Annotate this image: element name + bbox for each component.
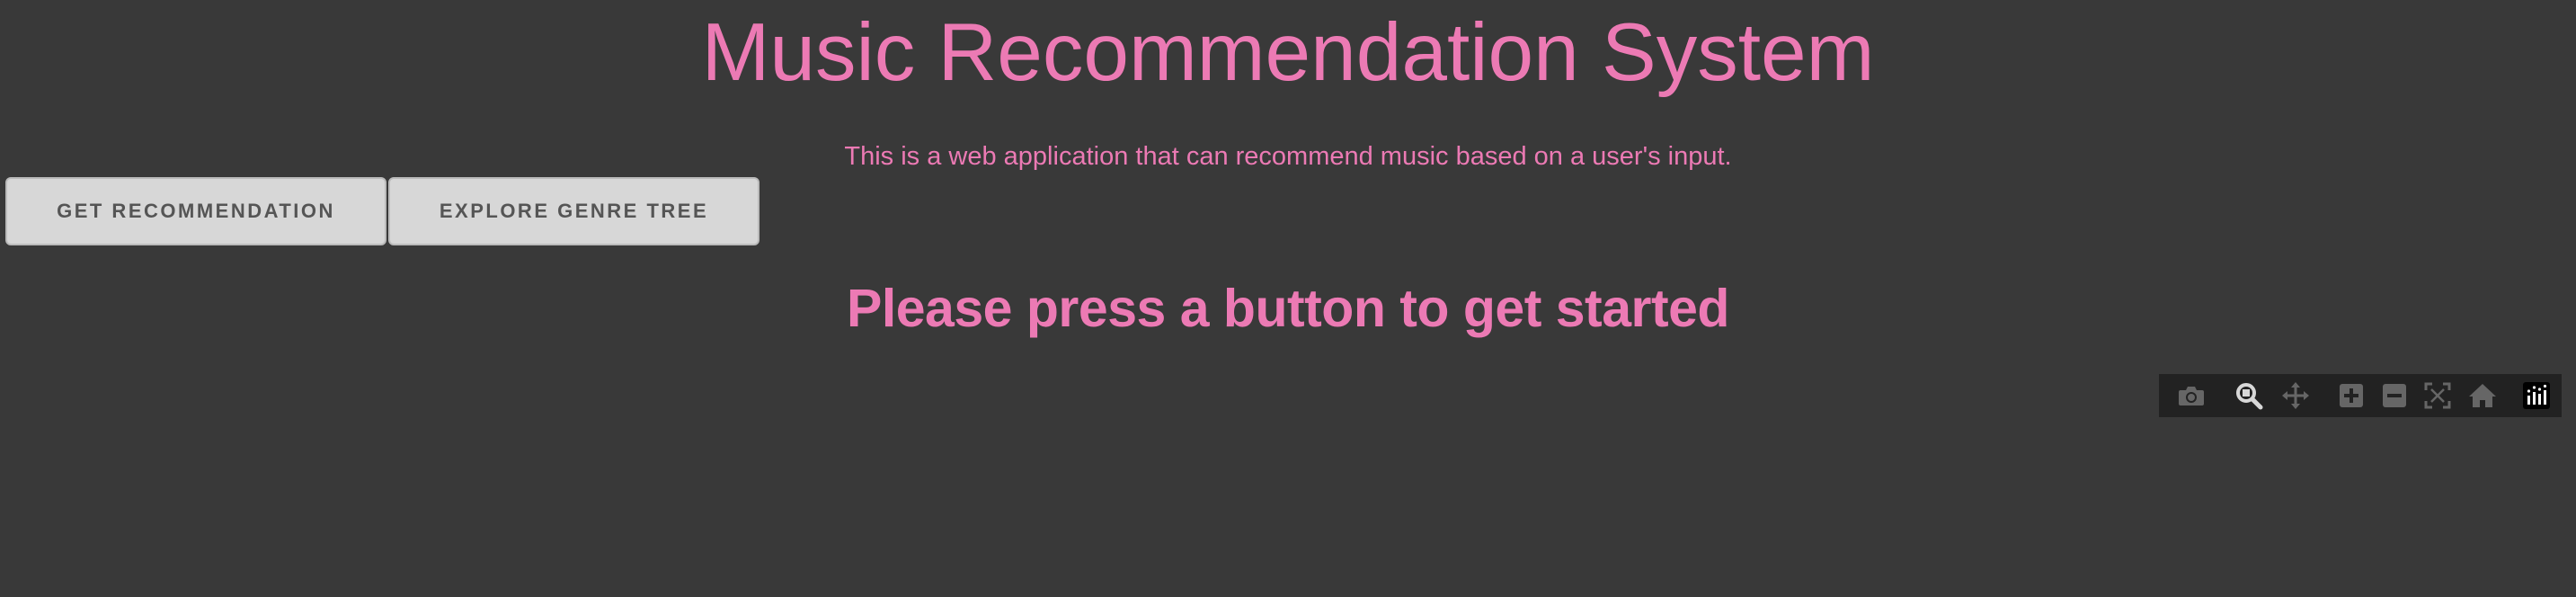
zoom-icon[interactable] (2234, 383, 2263, 410)
page-description: This is a web application that can recom… (844, 142, 1732, 171)
reset-axes-home-icon[interactable] (2468, 383, 2497, 408)
get-recommendation-button[interactable]: GET RECOMMENDATION (5, 177, 386, 245)
zoom-in-icon[interactable] (2337, 383, 2366, 408)
start-prompt: Please press a button to get started (847, 279, 1729, 338)
plot-modebar (2159, 374, 2562, 417)
explore-genre-tree-button[interactable]: EXPLORE GENRE TREE (388, 177, 759, 245)
camera-icon[interactable] (2177, 383, 2206, 408)
pan-icon[interactable] (2281, 382, 2310, 409)
autoscale-icon[interactable] (2423, 382, 2452, 409)
zoom-out-icon[interactable] (2380, 383, 2409, 408)
get-recommendation-label: GET RECOMMENDATION (57, 200, 335, 222)
plotly-logo-icon[interactable] (2522, 382, 2551, 409)
page-title: Music Recommendation System (701, 7, 1875, 98)
app-page: Music Recommendation System This is a we… (0, 0, 2576, 597)
explore-genre-tree-label: EXPLORE GENRE TREE (439, 200, 709, 222)
